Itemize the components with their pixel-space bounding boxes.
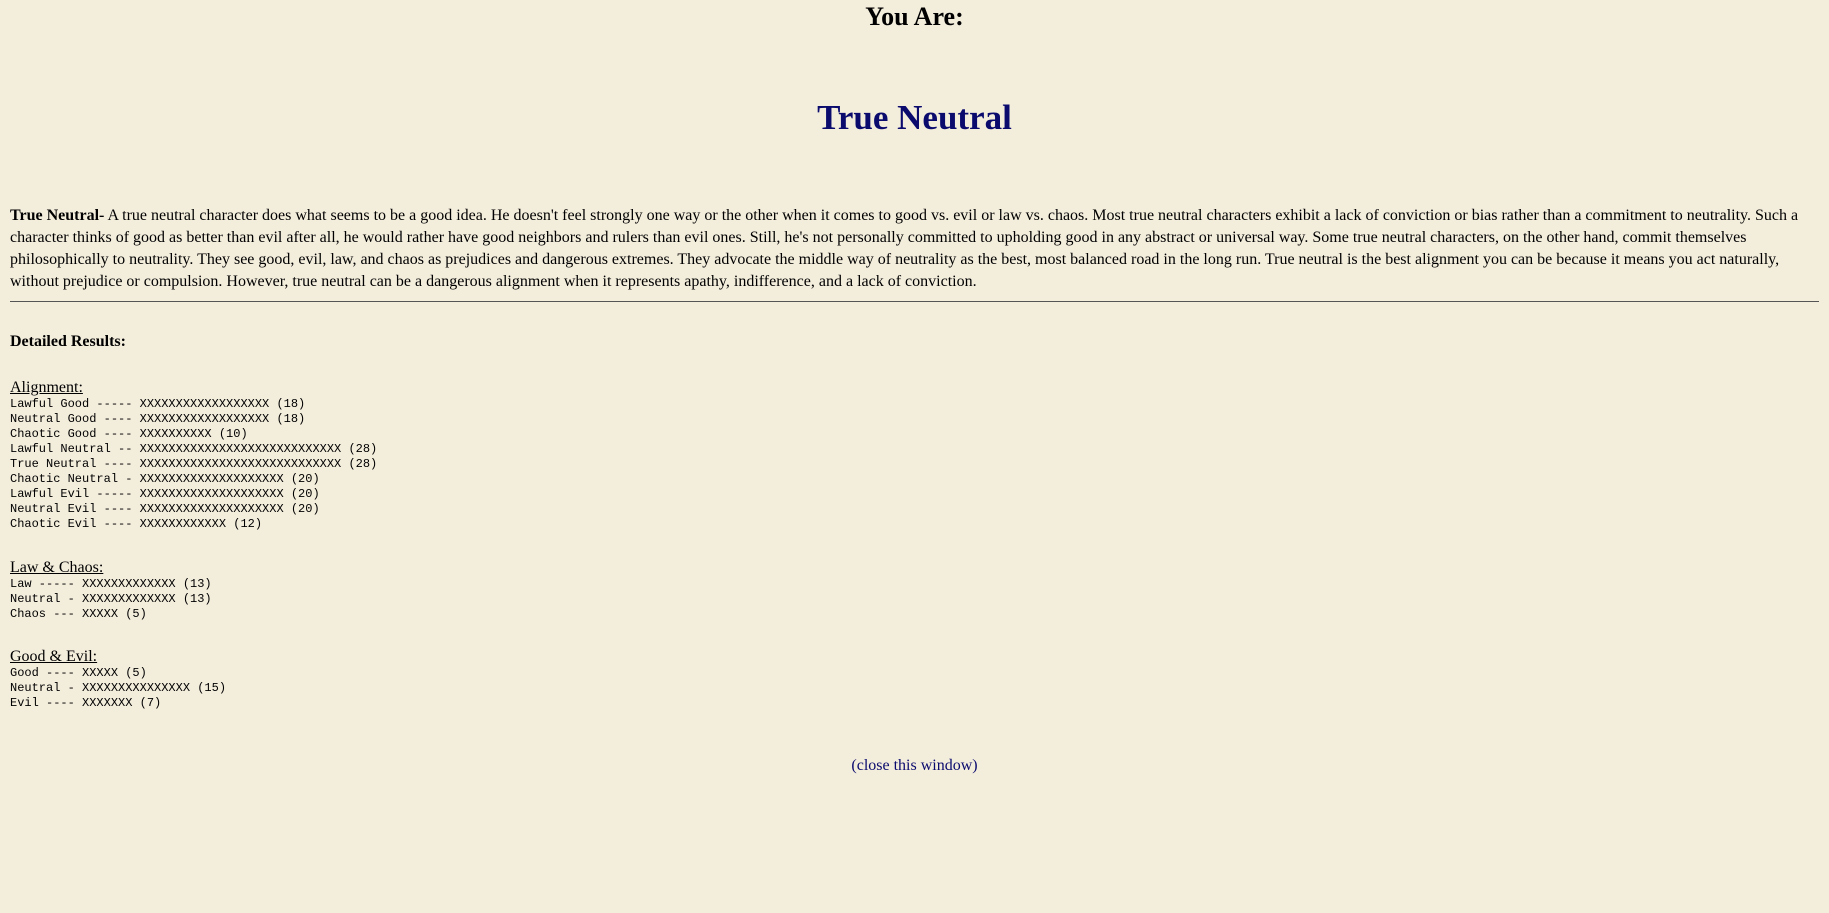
score-line: Chaotic Neutral - XXXXXXXXXXXXXXXXXXXX (… (10, 472, 320, 486)
law-chaos-section-title: Law & Chaos: (10, 559, 104, 576)
close-window-link[interactable]: (close this window) (0, 757, 1829, 775)
score-line: Law ----- XXXXXXXXXXXXX (13) (10, 577, 212, 591)
score-line: Lawful Evil ----- XXXXXXXXXXXXXXXXXXXX (… (10, 487, 320, 501)
detailed-results-heading: Detailed Results: (10, 333, 126, 350)
alignment-section: Alignment: Lawful Good ----- XXXXXXXXXXX… (10, 379, 377, 532)
score-line: Neutral Evil ---- XXXXXXXXXXXXXXXXXXXX (… (10, 502, 320, 516)
results-page: You Are: True Neutral True Neutral- A tr… (0, 0, 1829, 913)
law-chaos-section: Law & Chaos: Law ----- XXXXXXXXXXXXX (13… (10, 559, 212, 622)
result-title: True Neutral (817, 98, 1012, 137)
score-line: Neutral - XXXXXXXXXXXXXXX (15) (10, 681, 227, 695)
score-line: Lawful Good ----- XXXXXXXXXXXXXXXXXX (18… (10, 397, 306, 411)
score-line: Chaos --- XXXXX (5) (10, 607, 147, 621)
good-evil-section-title: Good & Evil: (10, 648, 98, 665)
score-line: Chaotic Good ---- XXXXXXXXXX (10) (10, 427, 248, 441)
score-line: Evil ---- XXXXXXX (7) (10, 696, 162, 710)
good-evil-section: Good & Evil: Good ---- XXXXX (5) Neutral… (10, 648, 226, 711)
alignment-section-title: Alignment: (10, 379, 83, 396)
alignment-description: True Neutral- A true neutral character d… (10, 205, 1819, 293)
you-are-heading: You Are: (865, 2, 964, 31)
score-line: True Neutral ---- XXXXXXXXXXXXXXXXXXXXXX… (10, 457, 378, 471)
description-text: A true neutral character does what seems… (10, 207, 1799, 290)
description-lead: True Neutral- (10, 207, 105, 224)
score-line: Neutral - XXXXXXXXXXXXX (13) (10, 592, 212, 606)
score-line: Good ---- XXXXX (5) (10, 666, 147, 680)
divider (10, 301, 1819, 302)
score-line: Lawful Neutral -- XXXXXXXXXXXXXXXXXXXXXX… (10, 442, 378, 456)
score-line: Neutral Good ---- XXXXXXXXXXXXXXXXXX (18… (10, 412, 306, 426)
score-line: Chaotic Evil ---- XXXXXXXXXXXX (12) (10, 517, 263, 531)
